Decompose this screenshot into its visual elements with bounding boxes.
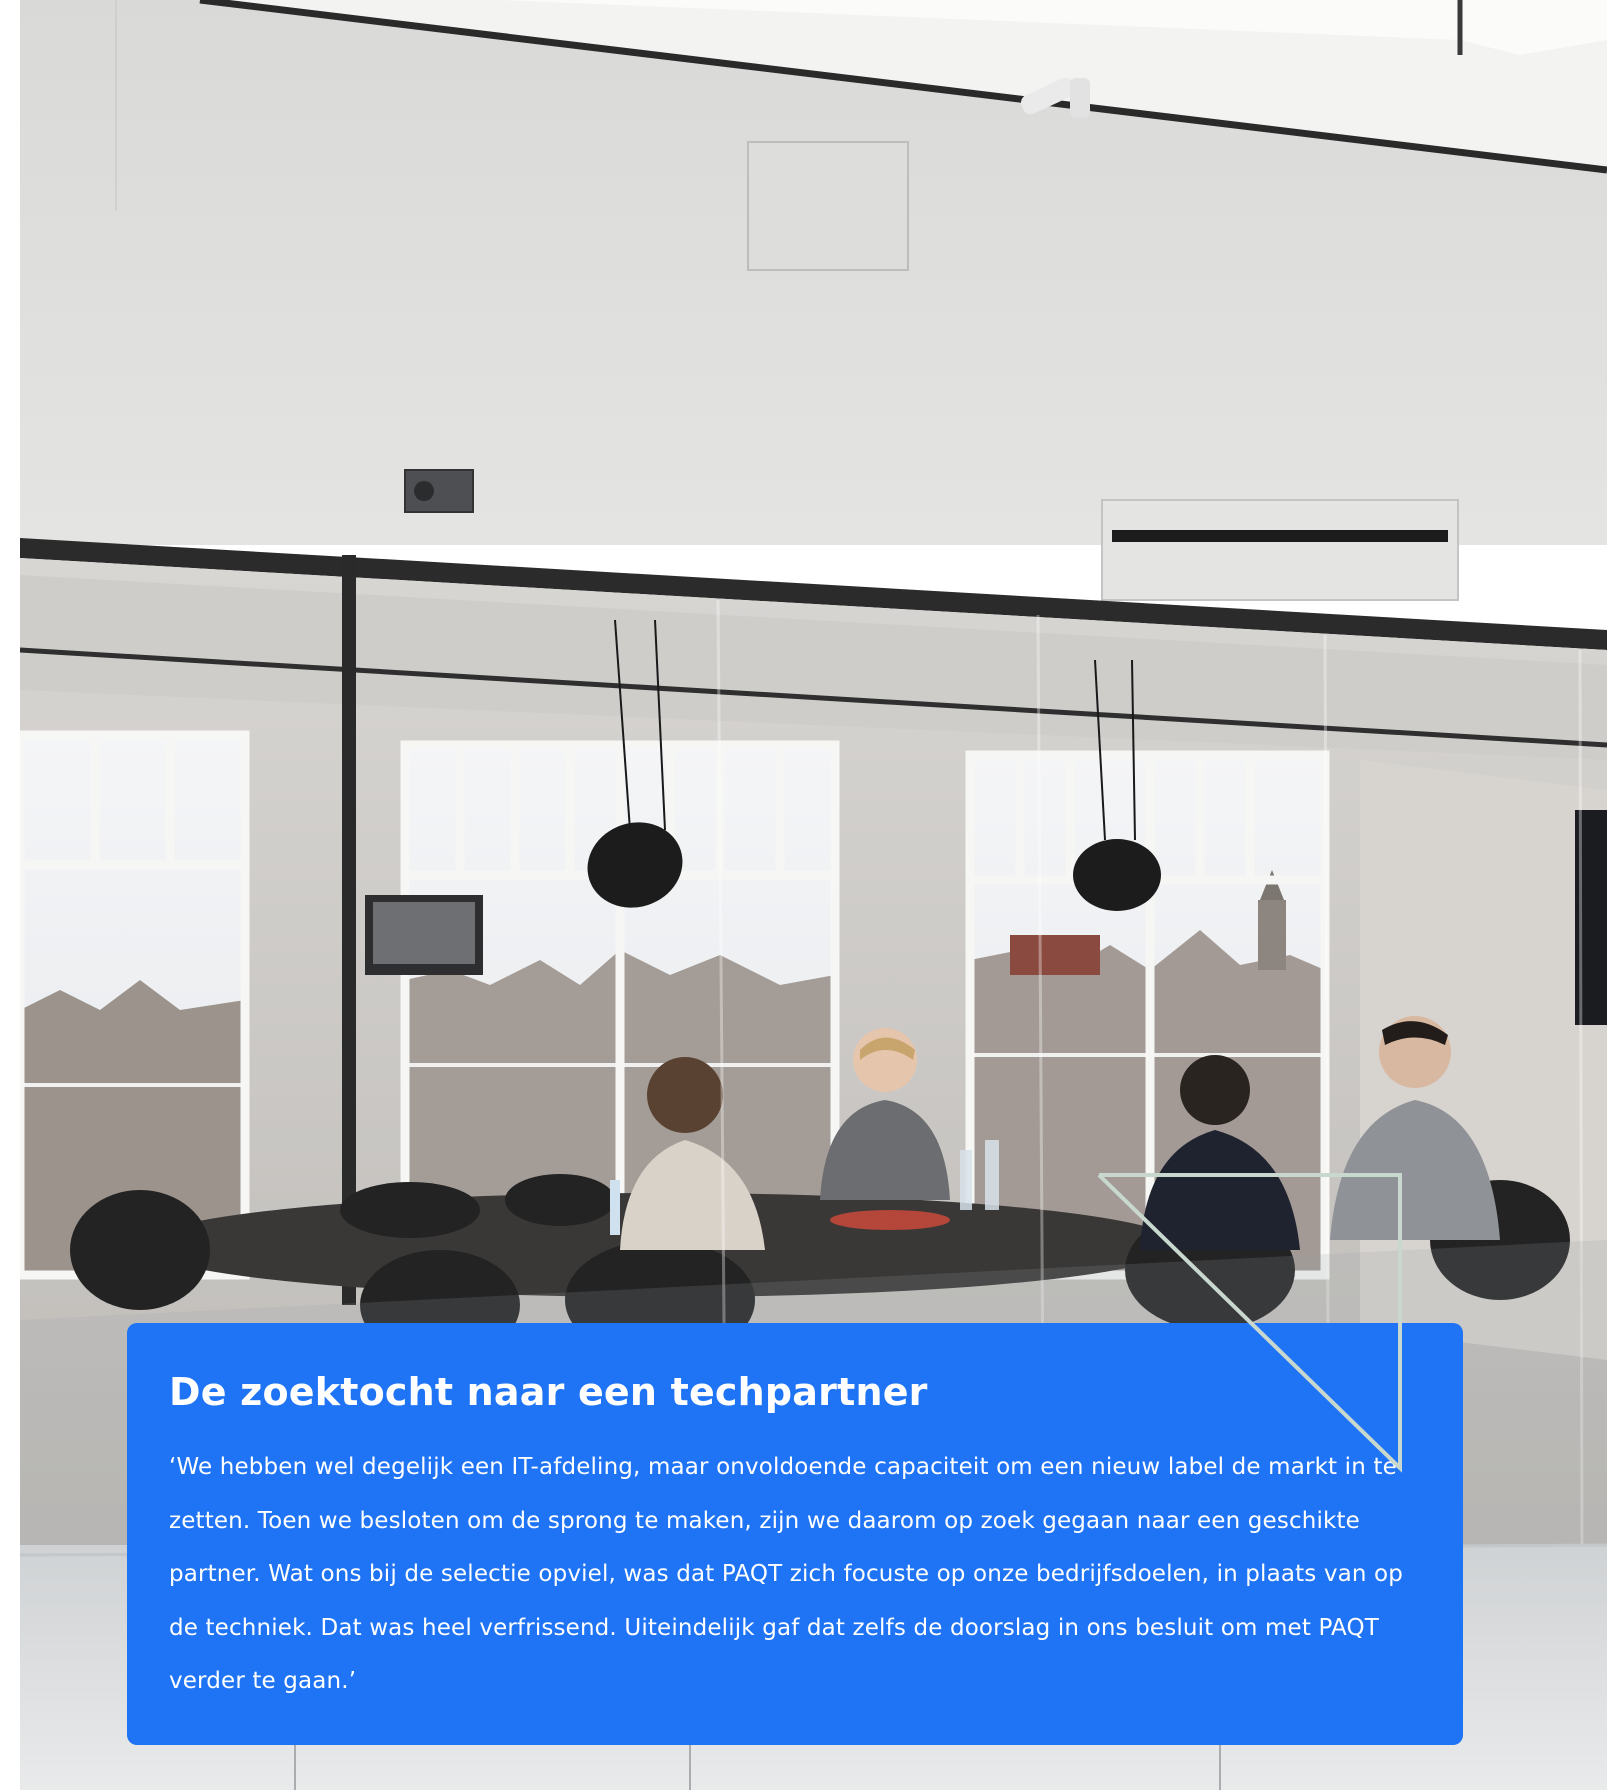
quote-card: De zoektocht naar een techpartner ‘We he… [127,1323,1463,1745]
page: De zoektocht naar een techpartner ‘We he… [0,0,1607,1790]
quote-title: De zoektocht naar een techpartner [169,1370,928,1414]
quote-text: ‘We hebben wel degelijk een IT-afdeling,… [169,1454,1404,1694]
